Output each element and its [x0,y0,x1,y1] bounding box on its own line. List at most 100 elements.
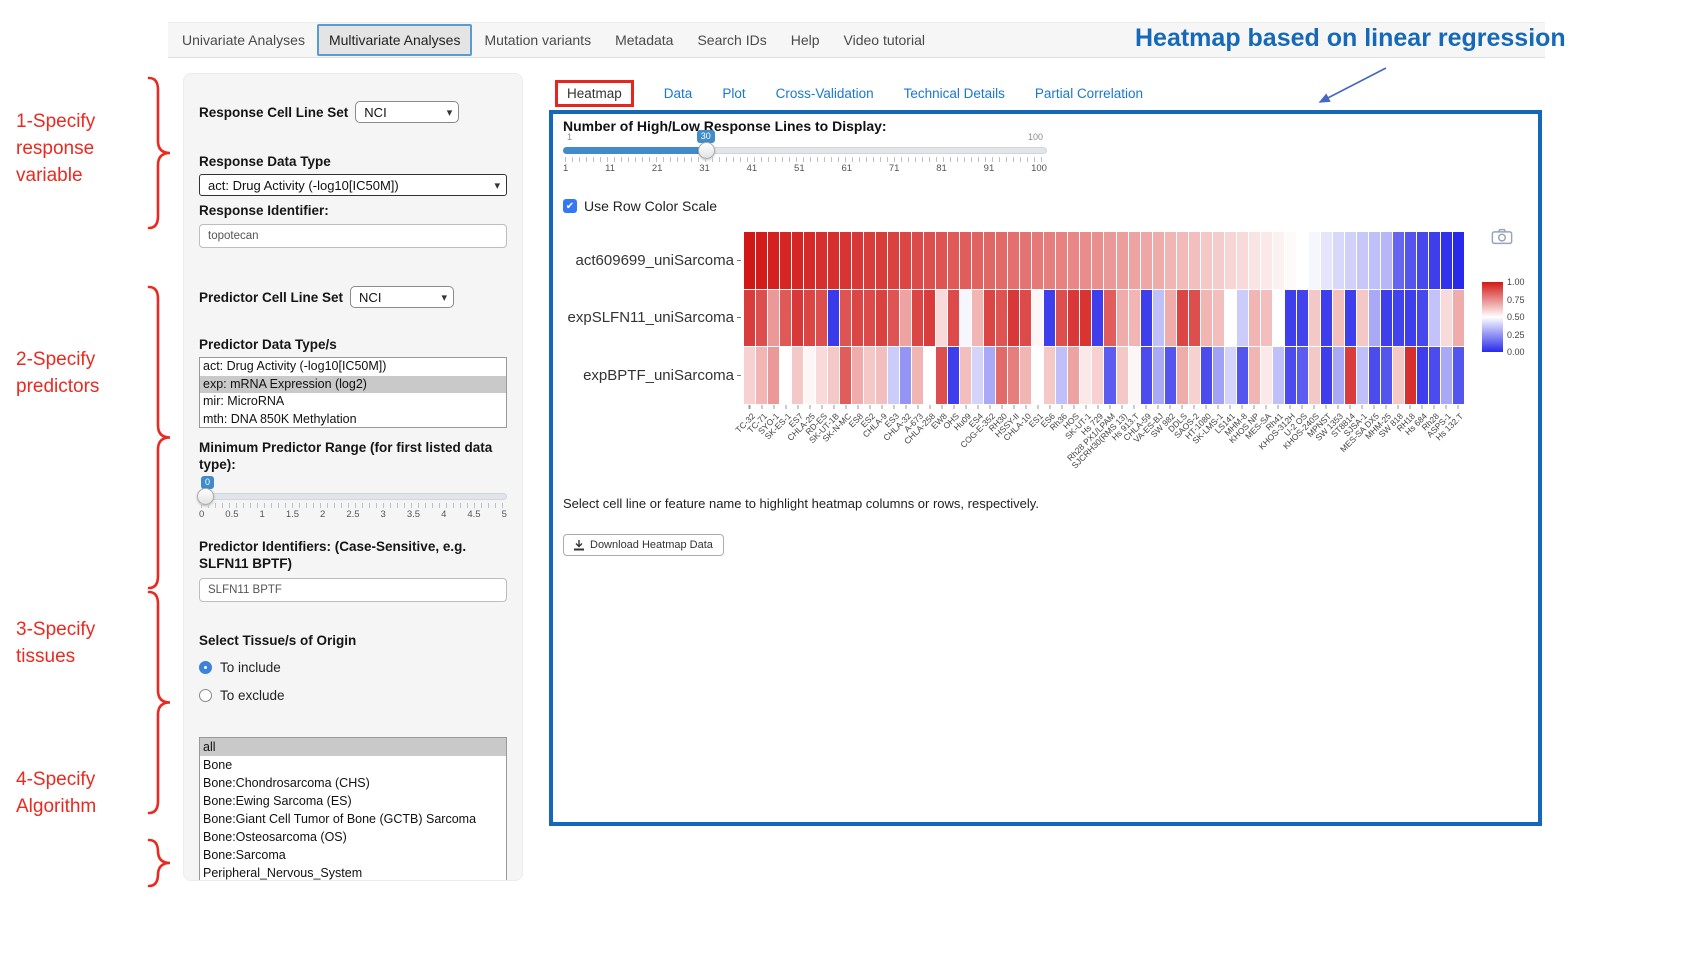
heatmap-cell[interactable] [1080,347,1091,404]
heatmap-cell[interactable] [1441,347,1452,404]
heatmap-cell[interactable] [1141,347,1152,404]
heatmap-cell[interactable] [1393,232,1404,289]
heatmap-cell[interactable] [792,347,803,404]
heatmap-cell[interactable] [1068,347,1079,404]
heatmap-cell[interactable] [1177,347,1188,404]
heatmap-cell[interactable] [828,347,839,404]
heatmap-cell[interactable] [1165,290,1176,347]
heatmap-cell[interactable] [1405,347,1416,404]
listbox-option[interactable]: Bone [200,756,506,774]
heatmap-cell[interactable] [1333,290,1344,347]
heatmap-cell[interactable] [1213,347,1224,404]
heatmap-grid[interactable] [744,232,1464,404]
heatmap-cell[interactable] [1032,290,1043,347]
heatmap-cell[interactable] [1417,290,1428,347]
heatmap-cell[interactable] [1405,290,1416,347]
heatmap-cell[interactable] [1429,347,1440,404]
heatmap-cell[interactable] [780,347,791,404]
heatmap-cell[interactable] [1321,232,1332,289]
heatmap-cell[interactable] [804,232,815,289]
heatmap-cell[interactable] [1056,232,1067,289]
heatmap-cell[interactable] [924,347,935,404]
heatmap-cell[interactable] [1321,290,1332,347]
heatmap-cell[interactable] [1309,232,1320,289]
heatmap-cell[interactable] [852,347,863,404]
camera-icon[interactable] [1491,228,1513,245]
heatmap-cell[interactable] [1008,232,1019,289]
heatmap-cell[interactable] [1129,290,1140,347]
nav-item[interactable]: Univariate Analyses [170,24,317,56]
heatmap-cell[interactable] [1020,290,1031,347]
heatmap-cell[interactable] [1273,290,1284,347]
heatmap-cell[interactable] [1321,347,1332,404]
heatmap-cell[interactable] [816,347,827,404]
heatmap-cell[interactable] [876,290,887,347]
nav-item[interactable]: Metadata [603,24,685,56]
heatmap-cell[interactable] [900,347,911,404]
heatmap-cell[interactable] [912,290,923,347]
slider-track[interactable] [199,493,507,500]
heatmap-cell[interactable] [816,232,827,289]
heatmap-cell[interactable] [900,290,911,347]
heatmap-cell[interactable] [1080,232,1091,289]
heatmap-cell[interactable] [1117,347,1128,404]
heatmap-cell[interactable] [912,232,923,289]
heatmap-cell[interactable] [1261,290,1272,347]
heatmap-cell[interactable] [1165,347,1176,404]
heatmap-cell[interactable] [1225,232,1236,289]
heatmap-cell[interactable] [756,232,767,289]
heatmap-cell[interactable] [912,347,923,404]
heatmap-cell[interactable] [828,290,839,347]
heatmap-cell[interactable] [900,232,911,289]
heatmap-cell[interactable] [972,347,983,404]
nav-item[interactable]: Mutation variants [472,24,603,56]
nav-item[interactable]: Video tutorial [832,24,937,56]
predictor-identifiers-input[interactable] [199,578,507,602]
heatmap-cell[interactable] [876,347,887,404]
heatmap-cell[interactable] [960,347,971,404]
heatmap-cell[interactable] [1201,290,1212,347]
heatmap-cell[interactable] [1429,290,1440,347]
listbox-option[interactable]: Peripheral_Nervous_System [200,864,506,881]
heatmap-cell[interactable] [1044,232,1055,289]
heatmap-cell[interactable] [1417,347,1428,404]
heatmap-cell[interactable] [1237,290,1248,347]
heatmap-row-label[interactable]: expBPTF_uniSarcoma [553,347,741,404]
heatmap-cell[interactable] [1044,347,1055,404]
heatmap-cell[interactable] [1441,232,1452,289]
heatmap-cell[interactable] [888,290,899,347]
heatmap-cell[interactable] [852,232,863,289]
heatmap-cell[interactable] [996,232,1007,289]
heatmap-cell[interactable] [1189,290,1200,347]
heatmap-cell[interactable] [1225,347,1236,404]
heatmap-cell[interactable] [1117,232,1128,289]
row-color-scale-checkbox[interactable]: ✔ [563,199,577,213]
tab-plot[interactable]: Plot [722,86,745,101]
heatmap-cell[interactable] [1141,232,1152,289]
heatmap-cell[interactable] [924,290,935,347]
tab-cross-validation[interactable]: Cross-Validation [776,86,874,101]
listbox-option[interactable]: Bone:Osteosarcoma (OS) [200,828,506,846]
heatmap-cell[interactable] [1129,347,1140,404]
heatmap-cell[interactable] [1165,232,1176,289]
heatmap-cell[interactable] [1345,290,1356,347]
heatmap-cell[interactable] [1032,347,1043,404]
heatmap-cell[interactable] [864,347,875,404]
heatmap-cell[interactable] [1333,232,1344,289]
heatmap-cell[interactable] [1056,290,1067,347]
heatmap-cell[interactable] [1189,347,1200,404]
heatmap-cell[interactable] [1080,290,1091,347]
heatmap-cell[interactable] [840,290,851,347]
heatmap-cell[interactable] [1153,290,1164,347]
heatmap-cell[interactable] [864,290,875,347]
heatmap-cell[interactable] [1357,347,1368,404]
response-identifier-input[interactable] [199,224,507,248]
heatmap-cell[interactable] [936,347,947,404]
heatmap-cell[interactable] [1297,290,1308,347]
heatmap-cell[interactable] [1225,290,1236,347]
heatmap-cell[interactable] [1345,347,1356,404]
heatmap-cell[interactable] [1393,290,1404,347]
heatmap-cell[interactable] [744,347,755,404]
heatmap-cell[interactable] [948,232,959,289]
heatmap-cell[interactable] [1201,347,1212,404]
